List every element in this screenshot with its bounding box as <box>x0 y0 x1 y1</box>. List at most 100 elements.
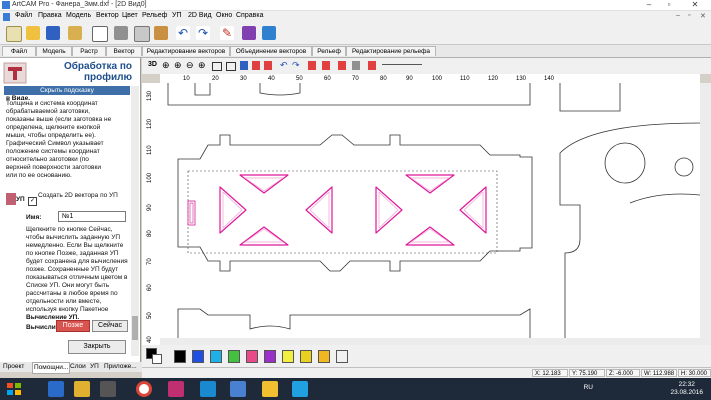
drawing-canvas[interactable] <box>160 83 700 345</box>
doc-restore-button[interactable]: ▫ <box>688 12 690 19</box>
panel-scrollbar[interactable] <box>131 86 139 356</box>
snap-icon[interactable] <box>264 61 272 70</box>
zoom-fit-icon[interactable]: ⊕ <box>162 60 170 71</box>
tab-vector-merge[interactable]: Объединение векторов <box>230 46 312 56</box>
menu-help[interactable]: Справка <box>236 12 263 19</box>
word-icon[interactable] <box>200 381 216 397</box>
name-input[interactable]: №1 <box>58 211 126 222</box>
view-3d-button[interactable]: 3D <box>148 61 157 68</box>
grid-icon[interactable] <box>226 62 236 71</box>
tab-model[interactable]: Модель <box>36 46 72 56</box>
layer-view-icon[interactable] <box>240 61 248 70</box>
artcam-icon[interactable] <box>262 381 278 397</box>
new-file-icon[interactable] <box>6 26 22 42</box>
tab-project[interactable]: Проект <box>3 362 24 372</box>
measure-icon[interactable] <box>352 61 360 70</box>
menu-2d-view[interactable]: 2D Вид <box>188 12 212 19</box>
menu-window[interactable]: Окно <box>216 12 232 19</box>
tab-assistant[interactable]: Помощни... <box>32 362 71 374</box>
menu-model[interactable]: Модель <box>66 12 91 19</box>
color-swatch[interactable] <box>228 350 240 363</box>
app-icon-2[interactable] <box>230 381 246 397</box>
redo-icon[interactable]: ↷ <box>196 26 210 40</box>
color-swatch[interactable] <box>192 350 204 363</box>
eraser-icon[interactable] <box>242 26 256 40</box>
info-line: чтобы вычислить заданную УП <box>26 234 121 241</box>
tab-apps[interactable]: Приложе... <box>104 362 137 372</box>
system-clock[interactable]: 22:32 23.08.2016 <box>670 381 703 397</box>
rotate-left-icon[interactable]: ↶ <box>280 60 288 71</box>
winrar-icon[interactable] <box>168 381 184 397</box>
zoom-in-icon[interactable]: ⊕ <box>174 60 182 71</box>
profile-tool-icon <box>3 62 27 84</box>
open-folder-icon[interactable] <box>26 26 40 40</box>
copy-icon[interactable] <box>134 26 150 42</box>
folder-icon[interactable] <box>74 381 90 397</box>
menu-edit[interactable]: Правка <box>38 12 62 19</box>
zoom-out-icon[interactable]: ⊖ <box>186 60 194 71</box>
draw-icon[interactable]: ✎ <box>220 26 234 40</box>
rotate-right-icon[interactable]: ↷ <box>292 60 300 71</box>
media-icon[interactable] <box>100 381 116 397</box>
tab-vector-edit[interactable]: Редактирование векторов <box>142 46 230 56</box>
language-indicator[interactable]: RU <box>584 384 593 391</box>
paste-icon[interactable] <box>154 26 168 40</box>
mirror-icon[interactable] <box>308 61 316 70</box>
selection-box <box>187 170 498 254</box>
box-view-icon[interactable] <box>212 62 222 71</box>
later-button[interactable]: Позже <box>56 320 90 332</box>
create-vector-checkbox[interactable]: ✓ <box>28 197 37 206</box>
color-swatch[interactable] <box>246 350 258 363</box>
close-panel-button[interactable]: Закрыть <box>68 340 126 354</box>
hide-hint-button[interactable]: Скрыть подсказку <box>4 86 130 95</box>
open-model-icon[interactable] <box>68 26 82 40</box>
tab-layers[interactable]: Слои <box>70 362 86 372</box>
cut-icon[interactable] <box>114 26 128 40</box>
scroll-thumb[interactable] <box>132 316 138 340</box>
distribute-icon[interactable] <box>338 61 346 70</box>
save-icon[interactable] <box>46 26 60 40</box>
tab-vector[interactable]: Вектор <box>106 46 142 56</box>
color-swatch[interactable] <box>336 350 348 363</box>
color-view-icon[interactable] <box>252 61 260 70</box>
hint-line: определена, щелкните кнопкой <box>6 124 101 131</box>
canvas-horizontal-scrollbar[interactable] <box>160 338 700 345</box>
now-button[interactable]: Сейчас <box>92 320 128 332</box>
swatch-secondary[interactable] <box>152 354 162 364</box>
color-swatch[interactable] <box>264 350 276 363</box>
tab-toolpaths[interactable]: УП <box>90 362 99 372</box>
line-style-control[interactable] <box>382 64 422 65</box>
menu-file[interactable]: Файл <box>15 12 32 19</box>
tab-file[interactable]: Файл <box>2 46 36 56</box>
tab-relief-edit[interactable]: Редактирование рельефа <box>346 46 436 56</box>
zoom-window-icon[interactable]: ⊕ <box>198 60 206 71</box>
view-icon[interactable] <box>92 26 108 42</box>
menu-relief[interactable]: Рельеф <box>142 12 167 19</box>
menu-vector[interactable]: Вектор <box>96 12 119 19</box>
explorer-icon[interactable] <box>48 381 64 397</box>
canvas-vertical-scrollbar[interactable] <box>700 83 711 345</box>
color-swatch[interactable] <box>300 350 312 363</box>
viewer-icon[interactable] <box>292 381 308 397</box>
color-swatch[interactable] <box>174 350 186 363</box>
maximize-button[interactable]: ▫ <box>660 0 678 10</box>
doc-minimize-button[interactable]: – <box>676 12 680 19</box>
menu-color[interactable]: Цвет <box>122 12 138 19</box>
tab-relief[interactable]: Рельеф <box>312 46 346 56</box>
color-swatch[interactable] <box>210 350 222 363</box>
up-label: УП <box>16 196 25 203</box>
view-toolbar: 3D ⊕ ⊕ ⊖ ⊕ ↶ ↷ <box>142 58 711 74</box>
layers-icon[interactable] <box>262 26 276 40</box>
doc-close-button[interactable]: ✕ <box>700 12 706 20</box>
color-swatch[interactable] <box>318 350 330 363</box>
chrome-icon[interactable] <box>136 381 152 397</box>
color-swatch[interactable] <box>282 350 294 363</box>
node-icon[interactable] <box>368 61 376 70</box>
tab-raster[interactable]: Растр <box>72 46 106 56</box>
close-button[interactable]: ✕ <box>686 0 704 10</box>
windows-start-icon[interactable] <box>6 381 22 397</box>
align-icon[interactable] <box>322 61 330 70</box>
undo-icon[interactable]: ↶ <box>176 26 190 40</box>
menu-toolpath[interactable]: УП <box>172 12 181 19</box>
minimize-button[interactable]: – <box>640 0 658 10</box>
